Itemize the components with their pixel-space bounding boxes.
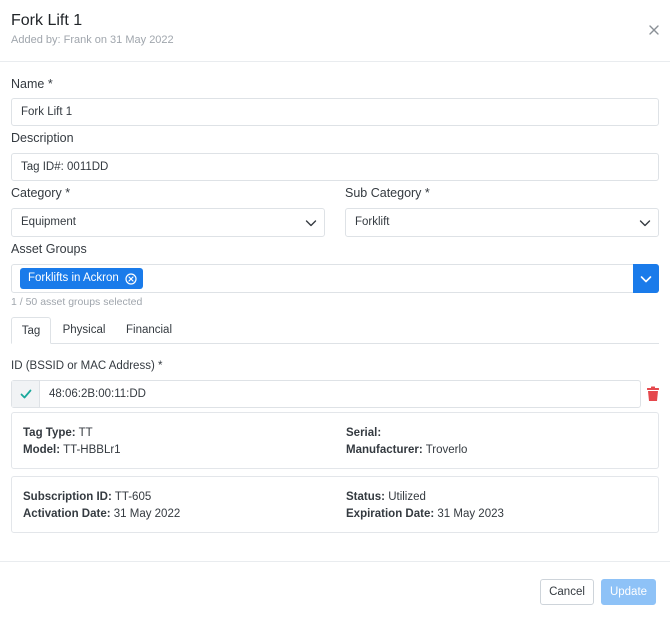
modal-title: Fork Lift 1 xyxy=(11,12,83,29)
cancel-button[interactable]: Cancel xyxy=(540,579,594,605)
manufacturer-key: Manufacturer: xyxy=(346,444,423,456)
update-button[interactable]: Update xyxy=(601,579,656,605)
trash-icon xyxy=(647,386,659,401)
modal-footer: Cancel Update xyxy=(0,561,670,621)
description-label: Description xyxy=(11,131,74,145)
model-key: Model: xyxy=(23,444,61,456)
tag-type-value: TT xyxy=(78,427,93,439)
activation-date-value: 31 May 2022 xyxy=(113,508,181,520)
subcategory-select[interactable]: Forklift xyxy=(345,208,659,237)
tab-financial[interactable]: Financial xyxy=(117,317,181,344)
check-icon xyxy=(20,389,32,399)
category-value: Equipment xyxy=(21,216,76,228)
modal-header: Fork Lift 1 Added by: Frank on 31 May 20… xyxy=(0,0,670,62)
tag-info-card: Tag Type: TT Serial: Model: TT-HBBLr1 Ma… xyxy=(11,412,659,469)
name-input[interactable]: Fork Lift 1 xyxy=(11,98,659,126)
tag-id-label: ID (BSSID or MAC Address) * xyxy=(11,360,163,372)
tag-type-key: Tag Type: xyxy=(23,427,76,439)
asset-edit-modal: Fork Lift 1 Added by: Frank on 31 May 20… xyxy=(0,0,670,621)
expiration-date-key: Expiration Date: xyxy=(346,508,435,520)
close-icon xyxy=(649,25,659,35)
close-button[interactable] xyxy=(645,21,663,39)
chevron-down-icon xyxy=(305,220,317,227)
activation-date-row: Activation Date: 31 May 2022 xyxy=(23,508,180,520)
description-input[interactable]: Tag ID#: 0011DD xyxy=(11,153,659,181)
tab-tag[interactable]: Tag xyxy=(11,317,51,344)
tag-id-value[interactable]: 48:06:2B:00:11:DD xyxy=(49,381,146,407)
tag-id-field[interactable]: 48:06:2B:00:11:DD xyxy=(11,380,641,408)
status-key: Status: xyxy=(346,491,385,503)
modal-subtitle: Added by: Frank on 31 May 2022 xyxy=(11,34,174,46)
status-row: Status: Utilized xyxy=(346,491,426,503)
status-value: Utilized xyxy=(388,491,426,503)
category-label: Category * xyxy=(11,186,71,200)
asset-groups-dropdown-button[interactable] xyxy=(633,264,659,293)
serial-key: Serial: xyxy=(346,427,382,439)
validation-indicator xyxy=(12,381,40,407)
model-row: Model: TT-HBBLr1 xyxy=(23,444,121,456)
asset-tabs: Tag Physical Financial xyxy=(11,317,659,344)
asset-groups-label: Asset Groups xyxy=(11,242,87,256)
category-select[interactable]: Equipment xyxy=(11,208,325,237)
subcategory-value: Forklift xyxy=(355,216,390,228)
chevron-down-icon xyxy=(639,220,651,227)
manufacturer-row: Manufacturer: Troverlo xyxy=(346,444,467,456)
tag-type-row: Tag Type: TT xyxy=(23,427,93,439)
asset-group-chip-label: Forklifts in Ackron xyxy=(28,272,119,284)
asset-groups-select[interactable]: Forklifts in Ackron xyxy=(11,264,659,293)
expiration-date-row: Expiration Date: 31 May 2023 xyxy=(346,508,504,520)
asset-groups-count: 1 / 50 asset groups selected xyxy=(11,296,143,308)
remove-circle-icon[interactable] xyxy=(125,272,137,285)
chevron-down-icon xyxy=(640,276,652,283)
model-value: TT-HBBLr1 xyxy=(63,444,121,456)
activation-date-key: Activation Date: xyxy=(23,508,111,520)
tab-physical[interactable]: Physical xyxy=(55,317,113,344)
asset-group-chip[interactable]: Forklifts in Ackron xyxy=(20,268,143,289)
subscription-info-card: Subscription ID: TT-605 Status: Utilized… xyxy=(11,476,659,533)
expiration-date-value: 31 May 2023 xyxy=(437,508,504,520)
subcategory-label: Sub Category * xyxy=(345,186,430,200)
name-label: Name * xyxy=(11,77,53,91)
subscription-id-row: Subscription ID: TT-605 xyxy=(23,491,151,503)
delete-tag-button[interactable] xyxy=(646,386,660,402)
subscription-id-value: TT-605 xyxy=(114,491,152,503)
manufacturer-value: Troverlo xyxy=(425,444,468,456)
serial-row: Serial: xyxy=(346,427,381,439)
subscription-id-key: Subscription ID: xyxy=(23,491,112,503)
